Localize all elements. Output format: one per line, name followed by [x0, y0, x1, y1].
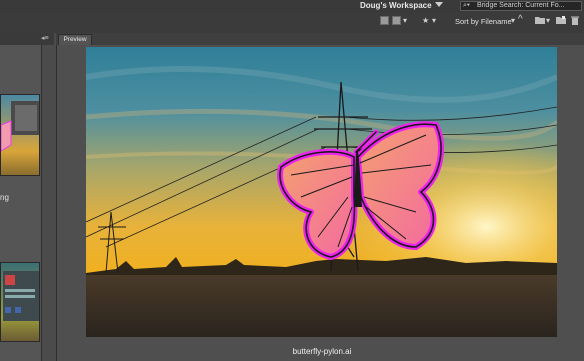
workspace-switcher[interactable]: Doug's Workspace	[360, 1, 432, 10]
preview-panel-tabbar	[56, 33, 584, 45]
sort-by-dropdown[interactable]: Sort by Filename	[455, 17, 512, 26]
thumbnail[interactable]	[0, 94, 40, 176]
preview-filename: butterfly-pylon.ai	[292, 347, 352, 356]
content-panel-tabbar: ◂≡	[0, 33, 54, 45]
thumbnail[interactable]	[0, 262, 40, 342]
toolbar: ▾ ★ ▾ Sort by Filename ▾ ^ ▾	[0, 13, 584, 33]
chevron-down-icon[interactable]: ▾	[403, 16, 407, 28]
chevron-down-icon[interactable]: ▾	[546, 16, 550, 28]
search-placeholder: Bridge Search: Current Fo...	[477, 2, 565, 9]
trash-icon[interactable]	[571, 16, 579, 28]
thumbnail-label: ng	[0, 193, 9, 202]
folder-icon[interactable]	[535, 16, 545, 28]
sort-ascending-icon[interactable]: ^	[518, 14, 523, 26]
search-icon[interactable]: ⌕▾	[463, 2, 470, 10]
collapse-panel-icon[interactable]: ◂≡	[41, 34, 49, 42]
app-title-bar: Doug's Workspace ⌕▾ Bridge Search: Curre…	[0, 0, 584, 13]
search-input[interactable]: ⌕▾ Bridge Search: Current Fo...	[460, 1, 582, 11]
chevron-down-icon[interactable]	[435, 2, 443, 7]
tab-preview[interactable]: Preview	[58, 34, 92, 45]
view-grid-icon[interactable]	[380, 16, 389, 28]
view-list-icon[interactable]	[392, 16, 401, 28]
star-icon[interactable]: ★	[422, 16, 429, 28]
preview-image	[86, 47, 557, 337]
chevron-down-icon[interactable]: ▾	[432, 16, 436, 28]
chevron-down-icon[interactable]: ▾	[511, 16, 515, 28]
new-folder-icon[interactable]	[556, 16, 566, 28]
